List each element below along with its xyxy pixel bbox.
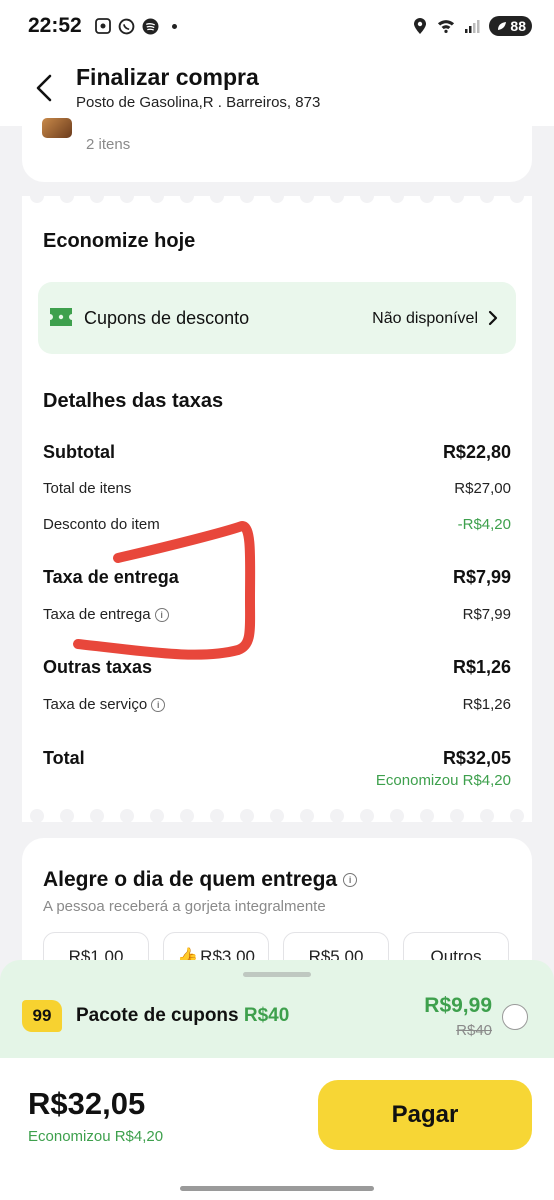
product-thumbnail: [42, 118, 72, 138]
coupons-label: Cupons de desconto: [84, 308, 250, 328]
coupon-pack-radio[interactable]: [502, 1004, 528, 1030]
fee-row-total: Total R$32,05: [43, 748, 511, 768]
whatsapp-icon: [118, 17, 136, 35]
coupon-pack-sheet[interactable]: 99 Pacote de cupons R$40 R$9,99 R$40: [0, 960, 554, 1058]
fee-row-item-discount: Desconto do item -R$4,20: [43, 516, 511, 533]
wifi-icon: [437, 17, 455, 35]
chevron-right-icon: [488, 310, 498, 326]
items-count: 2 itens: [86, 136, 131, 153]
perforation-top: [22, 189, 532, 206]
pay-button[interactable]: Pagar: [318, 1080, 532, 1150]
battery-saver-icon: [498, 22, 507, 30]
spotify-icon: [142, 17, 160, 35]
footer-saved: Economizou R$4,20: [28, 1128, 164, 1145]
info-icon[interactable]: i: [154, 607, 169, 622]
order-items-card[interactable]: 2 itens: [22, 118, 532, 182]
fee-row-delivery-group: Taxa de entrega R$7,99: [43, 567, 511, 587]
brand-99-badge: 99: [22, 1000, 62, 1032]
tip-card: Alegre o dia de quem entrega i A pessoa …: [22, 838, 532, 978]
battery-level: 88: [510, 18, 526, 34]
coupon-pack-old-price: R$40: [456, 1022, 492, 1039]
fees-saved-note: Economizou R$4,20: [375, 772, 511, 789]
page-header: Finalizar compra Posto de Gasolina,R . B…: [0, 52, 554, 126]
coupon-pack-price: R$9,99: [424, 994, 492, 1017]
info-icon[interactable]: i: [151, 697, 166, 712]
screenshot-icon: [94, 17, 112, 35]
tip-subtitle: A pessoa receberá a gorjeta integralment…: [43, 898, 326, 915]
fee-row-items-total: Total de itens R$27,00: [43, 480, 511, 497]
status-bar: 22:52 88: [0, 0, 554, 52]
page-title: Finalizar compra: [76, 64, 259, 90]
back-button[interactable]: [28, 72, 60, 104]
fee-row-delivery: Taxa de entrega i R$7,99: [43, 606, 511, 623]
ticket-icon: [50, 308, 72, 326]
fee-row-subtotal: Subtotal R$22,80: [43, 442, 511, 462]
location-icon: [411, 17, 429, 35]
checkout-footer: R$32,05 Economizou R$4,20 Pagar: [0, 1058, 554, 1200]
coupons-button[interactable]: Cupons de desconto Não disponível: [38, 282, 516, 354]
drag-handle[interactable]: [243, 972, 311, 977]
perforation-bottom: [22, 806, 532, 823]
store-address: Posto de Gasolina,R . Barreiros, 873: [76, 94, 321, 111]
coupon-pack-label: Pacote de cupons R$40: [76, 1005, 290, 1026]
home-indicator[interactable]: [180, 1186, 374, 1191]
signal-icon: [463, 17, 481, 35]
fees-title: Detalhes das taxas: [43, 390, 224, 412]
tip-title: Alegre o dia de quem entrega i: [43, 868, 358, 892]
coupons-status: Não disponível: [372, 310, 478, 327]
footer-total: R$32,05: [28, 1086, 146, 1121]
battery-indicator: 88: [489, 16, 532, 36]
arrow-left-icon: [36, 74, 52, 102]
status-time: 22:52: [28, 14, 82, 37]
savings-title: Economize hoje: [43, 230, 196, 252]
fees-card: Economize hoje Cupons de desconto Não di…: [22, 189, 532, 823]
info-icon[interactable]: i: [343, 873, 358, 887]
fee-row-other-group: Outras taxas R$1,26: [43, 657, 511, 677]
notification-dot: [171, 23, 177, 29]
fee-row-service: Taxa de serviço i R$1,26: [43, 696, 511, 713]
